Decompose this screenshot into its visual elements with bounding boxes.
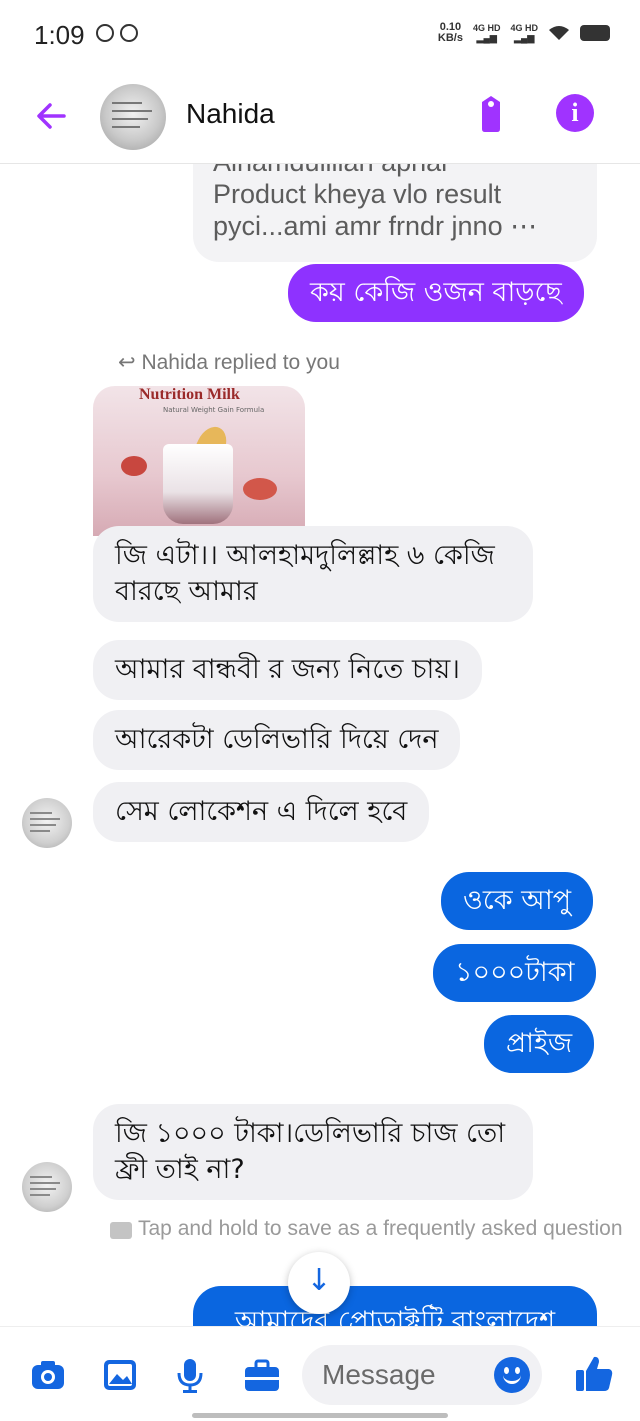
- incoming-message[interactable]: জি এটা।। আলহামদুলিল্লাহ ৬ কেজি বারছে আমা…: [93, 526, 533, 622]
- whatsapp-notification-icon: [120, 24, 138, 42]
- incoming-message[interactable]: সেম লোকেশন এ দিলে হবে: [93, 782, 430, 842]
- battery-icon: [580, 25, 610, 41]
- outgoing-message[interactable]: আমাদের প্রোডাক্টটি বাংলাদেশ: [193, 1286, 597, 1326]
- incoming-message[interactable]: আমার বান্ধবী র জন্য নিতে চায়।: [93, 640, 482, 700]
- thumbs-up-icon[interactable]: [574, 1353, 614, 1393]
- emoji-icon[interactable]: [494, 1357, 530, 1393]
- gallery-icon[interactable]: [102, 1357, 138, 1393]
- incoming-message[interactable]: জি ১০০০ টাকা।ডেলিভারি চাজ তো ফ্রী তাই না…: [93, 1104, 533, 1200]
- messenger-notification-icon: [96, 24, 114, 42]
- briefcase-icon[interactable]: [244, 1357, 280, 1393]
- signal-2: 4G HD ▂▄▆: [510, 23, 538, 43]
- mic-icon[interactable]: [172, 1357, 208, 1393]
- reply-arrow-icon: ↩: [118, 351, 136, 374]
- media-subtitle: Natural Weight Gain Formula: [163, 406, 265, 414]
- replied-label: ↩ Nahida replied to you: [118, 351, 340, 374]
- status-time: 1:09: [34, 20, 85, 50]
- contact-name[interactable]: Nahida: [186, 98, 275, 130]
- incoming-message[interactable]: আরেকটা ডেলিভারি দিয়ে দেন: [93, 710, 461, 770]
- back-arrow-icon[interactable]: [32, 96, 72, 136]
- wifi-icon: [549, 26, 569, 40]
- quoted-message[interactable]: Alhamdulillah apnar Product kheya vlo re…: [193, 164, 597, 262]
- contact-avatar[interactable]: [100, 84, 166, 150]
- message-composer: [0, 1326, 640, 1421]
- faq-hint[interactable]: Tap and hold to save as a frequently ask…: [110, 1216, 623, 1241]
- sender-avatar[interactable]: [22, 1162, 72, 1212]
- outgoing-message[interactable]: প্রাইজ: [484, 1015, 595, 1073]
- tag-icon[interactable]: [474, 96, 508, 132]
- status-notification-icons: [96, 24, 138, 42]
- outgoing-message[interactable]: ওকে আপু: [441, 872, 594, 930]
- status-right: 0.10 KB/s 4G HD ▂▄▆ 4G HD ▂▄▆: [438, 22, 610, 44]
- message-list[interactable]: Alhamdulillah apnar Product kheya vlo re…: [0, 164, 640, 1326]
- network-speed: 0.10 KB/s: [437, 21, 463, 44]
- signal-1: 4G HD ▂▄▆: [472, 23, 501, 43]
- sender-avatar[interactable]: [22, 798, 72, 848]
- media-title: Nutrition Milk: [139, 386, 240, 403]
- camera-icon[interactable]: [30, 1357, 66, 1393]
- chat-header: Nahida i: [0, 70, 640, 164]
- outgoing-message[interactable]: ১০০০টাকা: [433, 944, 597, 1002]
- media-attachment[interactable]: Nutrition Milk Natural Weight Gain Formu…: [93, 386, 305, 536]
- status-bar: 1:09 0.10 KB/s 4G HD ▂▄▆ 4G HD ▂▄▆: [0, 0, 640, 70]
- info-icon[interactable]: i: [556, 94, 594, 132]
- scroll-down-button[interactable]: ↓: [288, 1252, 350, 1314]
- outgoing-message[interactable]: কয় কেজি ওজন বাড়ছে: [288, 264, 584, 322]
- home-indicator: [192, 1413, 448, 1418]
